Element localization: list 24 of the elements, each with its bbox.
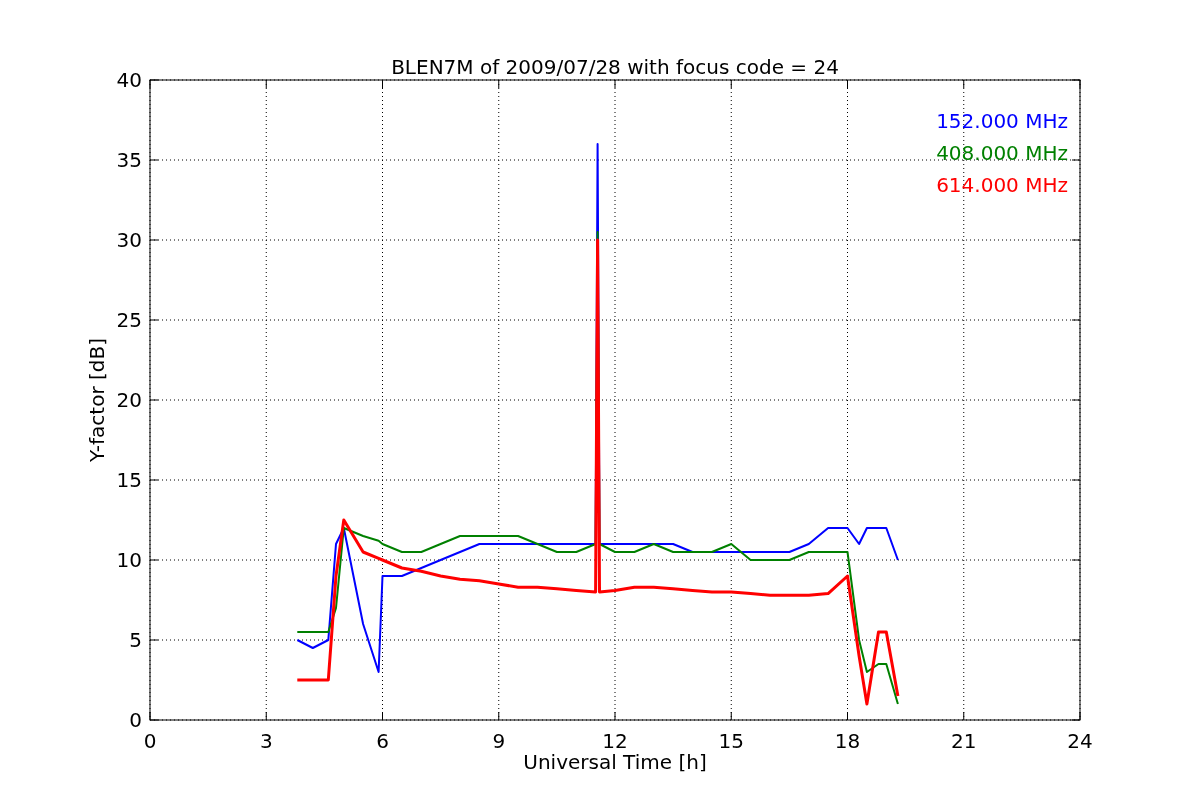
y-tick-label: 35 — [116, 148, 142, 172]
x-tick-label: 6 — [376, 729, 389, 753]
x-tick-label: 21 — [951, 729, 977, 753]
x-tick-label: 0 — [143, 729, 157, 753]
x-tick-label: 12 — [602, 729, 628, 753]
x-tick-label: 24 — [1067, 729, 1093, 753]
x-tick-label: 9 — [492, 729, 506, 753]
x-tick-label: 3 — [259, 729, 273, 753]
legend-label: 152.000 MHz — [936, 109, 1068, 133]
x-axis-label: Universal Time [h] — [523, 750, 707, 774]
chart-title: BLEN7M of 2009/07/28 with focus code = 24 — [391, 55, 839, 79]
x-tick-label: 18 — [834, 729, 861, 753]
y-tick-label: 30 — [116, 228, 142, 252]
y-tick-label: 25 — [116, 308, 142, 332]
y-tick-label: 40 — [116, 68, 142, 92]
legend-label: 614.000 MHz — [936, 173, 1068, 197]
x-tick-label: 15 — [718, 729, 744, 753]
y-axis-label: Y-factor [dB] — [85, 338, 109, 462]
legend-label: 408.000 MHz — [936, 141, 1068, 165]
y-tick-label: 0 — [129, 708, 142, 732]
y-tick-label: 10 — [116, 548, 142, 572]
y-tick-label: 5 — [129, 628, 142, 652]
y-tick-label: 15 — [116, 468, 142, 492]
y-tick-label: 20 — [116, 388, 142, 412]
